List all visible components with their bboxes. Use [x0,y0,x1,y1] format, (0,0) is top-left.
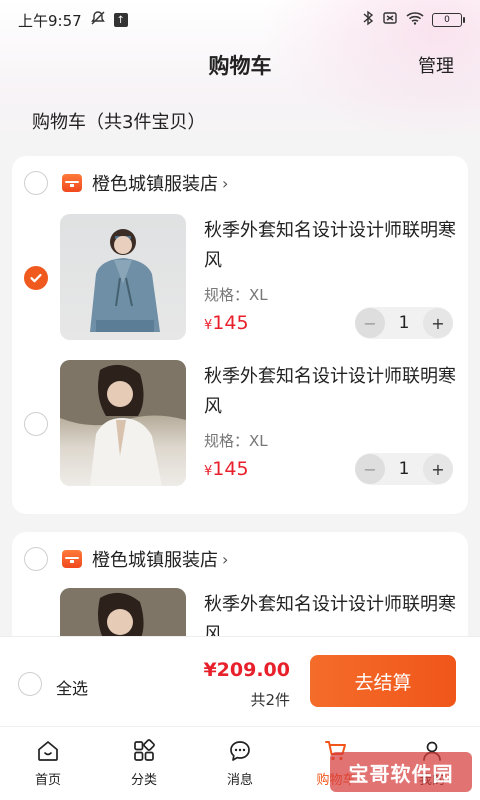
price-value: 145 [212,312,249,334]
cart-summary: 购物车（共3件宝贝） [32,112,206,133]
store-icon [62,550,82,568]
quantity-value[interactable]: 1 [399,459,410,479]
product-spec: 规格：XL [204,286,268,304]
checkout-button[interactable]: 去结算 [310,655,456,707]
store-checkbox[interactable] [24,171,48,195]
item-checkbox[interactable] [24,266,48,290]
product-image[interactable] [60,214,186,340]
price-value: 145 [212,458,249,480]
upload-icon: ↑ [113,13,128,27]
chevron-right-icon: › [222,173,229,193]
select-all-label[interactable]: 全选 [56,675,88,699]
item-checkbox[interactable] [24,412,48,436]
store-card: 橙色城镇服装店 › 秋季外套知名设计设计师联明寒风 规格：XL ¥145 − 1 [12,156,468,514]
bluetooth-icon [362,10,374,30]
quantity-value[interactable]: 1 [399,313,410,333]
product-title[interactable]: 秋季外套知名设计设计师联明寒风 [204,590,456,642]
store-header[interactable]: 橙色城镇服装店 › [24,170,228,196]
manage-button[interactable]: 管理 [418,52,454,78]
no-sim-icon [382,10,398,30]
cart-item: 秋季外套知名设计设计师联明寒风 规格：XL ¥145 − 1 + [12,214,468,342]
status-left: 上午9:57 ↑ [18,10,128,31]
store-icon [62,174,82,192]
tab-messages[interactable]: 消息 [192,727,288,800]
product-price: ¥145 [204,458,249,480]
cart-item: 秋季外套知名设计设计师联明寒风 [12,588,468,642]
product-title[interactable]: 秋季外套知名设计设计师联明寒风 [204,362,456,422]
total-price: ¥209.00 [203,659,290,681]
select-all-checkbox[interactable] [18,672,42,696]
page-header: 购物车 管理 [0,40,480,90]
mute-bell-icon [90,10,106,30]
page-title: 购物车 [208,54,272,78]
decrement-button[interactable]: − [355,308,385,338]
store-name[interactable]: 橙色城镇服装店 [92,546,218,572]
home-icon [38,741,58,761]
product-image[interactable] [60,360,186,486]
increment-button[interactable]: + [422,308,453,338]
tab-label: 消息 [226,773,253,788]
store-name[interactable]: 橙色城镇服装店 [92,170,218,196]
category-icon [134,739,155,761]
quantity-stepper: − 1 + [355,453,453,485]
status-bar: 上午9:57 ↑ 0 [0,0,480,40]
chevron-right-icon: › [222,549,229,569]
watermark: 宝哥软件园 [330,752,472,792]
product-image[interactable] [60,588,186,642]
tab-label: 首页 [34,773,61,788]
tab-label: 分类 [130,773,157,788]
tab-home[interactable]: 首页 [0,727,96,800]
product-spec: 规格：XL [204,432,268,450]
wifi-icon [406,11,424,29]
quantity-stepper: − 1 + [355,307,453,339]
decrement-button[interactable]: − [355,454,385,484]
store-header[interactable]: 橙色城镇服装店 › [24,546,228,572]
store-checkbox[interactable] [24,547,48,571]
battery-level: 0 [444,15,450,25]
battery-icon: 0 [432,13,465,27]
tab-category[interactable]: 分类 [96,727,192,800]
total-count: 共2件 [250,691,290,709]
product-price: ¥145 [204,312,249,334]
cart-item: 秋季外套知名设计设计师联明寒风 规格：XL ¥145 − 1 + [12,360,468,488]
increment-button[interactable]: + [422,454,453,484]
product-title[interactable]: 秋季外套知名设计设计师联明寒风 [204,216,456,276]
status-right: 0 [362,10,465,30]
store-card: 橙色城镇服装店 › 秋季外套知名设计设计师联明寒风 [12,532,468,642]
status-time: 上午9:57 [18,11,82,30]
checkout-bar: 全选 ¥209.00 共2件 去结算 [0,636,480,726]
message-icon [230,741,250,761]
